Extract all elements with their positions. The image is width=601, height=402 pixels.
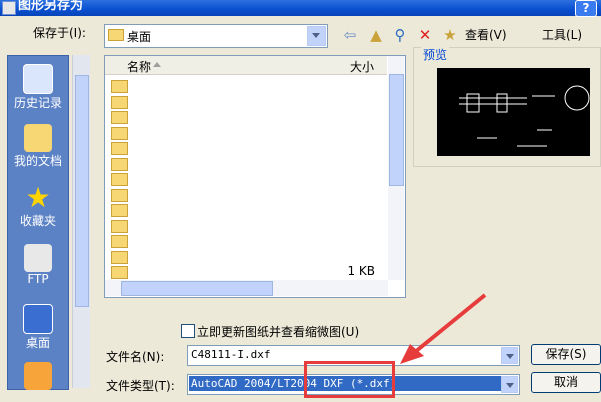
folder-icon — [108, 29, 124, 41]
chevron-down-icon[interactable] — [501, 376, 518, 393]
window-title: 图形另存为 — [18, 0, 84, 13]
place-ftp[interactable]: FTP — [8, 244, 68, 286]
annotation-arrow-icon — [400, 293, 487, 364]
folder-icon — [111, 266, 128, 279]
chevron-down-icon[interactable] — [501, 347, 518, 364]
list-item[interactable] — [111, 218, 381, 234]
list-item[interactable] — [111, 171, 381, 187]
title-bar — [0, 0, 601, 16]
desktop-icon — [23, 304, 53, 334]
list-item[interactable] — [111, 109, 381, 125]
star-icon: ★ — [25, 181, 51, 214]
delete-icon[interactable]: ✕ — [415, 25, 435, 45]
folder-icon — [24, 362, 52, 390]
help-button[interactable]: ? — [575, 0, 597, 17]
save-in-combo[interactable]: 桌面 — [104, 24, 328, 48]
folder-icon — [111, 235, 128, 248]
place-label: 我的文档 — [13, 154, 62, 168]
file-type-label: 文件类型(T): — [106, 379, 175, 393]
app-icon — [2, 1, 16, 15]
folder-icon — [111, 142, 128, 155]
folder-icon — [111, 80, 128, 93]
folder-icon — [111, 173, 128, 186]
horizontal-scrollbar[interactable] — [105, 280, 388, 296]
update-thumbnail-label[interactable]: 立即更新图纸并查看缩微图(U) — [197, 323, 359, 340]
vertical-scrollbar[interactable] — [388, 56, 404, 280]
place-label: 桌面 — [25, 336, 50, 350]
folder-icon — [111, 95, 128, 109]
folder-icon — [111, 219, 128, 233]
scroll-thumb[interactable] — [121, 281, 273, 296]
documents-folder-icon — [24, 124, 52, 152]
place-favorites[interactable]: ★ 收藏夹 — [8, 184, 68, 229]
chevron-down-icon[interactable] — [307, 26, 326, 46]
place-my-documents[interactable]: 我的文档 — [8, 124, 68, 169]
list-item[interactable] — [111, 249, 381, 265]
folder-icon — [111, 204, 128, 217]
place-label: 历史记录 — [13, 96, 62, 110]
list-item[interactable]: 1 KB — [111, 264, 381, 280]
list-header: 名称 大小 — [105, 56, 387, 75]
folder-icon — [111, 157, 128, 171]
preview-thumbnail — [437, 68, 590, 156]
column-size[interactable]: 大小 — [350, 58, 374, 75]
history-icon — [23, 64, 53, 94]
folder-icon — [111, 188, 128, 202]
folder-icon — [111, 250, 128, 264]
view-menu[interactable]: 查看(V) — [465, 26, 507, 43]
place-desktop[interactable]: 桌面 — [8, 304, 68, 351]
list-item[interactable] — [111, 187, 381, 203]
place-label: FTP — [27, 272, 49, 286]
places-bar: 历史记录 我的文档 ★ 收藏夹 FTP 桌面 — [7, 55, 69, 390]
new-folder-icon[interactable]: ★ — [440, 25, 460, 45]
save-in-value: 桌面 — [127, 30, 152, 44]
place-label: 收藏夹 — [19, 214, 56, 228]
preview-label: 预览 — [421, 46, 450, 63]
list-item[interactable] — [111, 125, 381, 141]
places-scrollbar[interactable] — [72, 55, 90, 388]
place-more[interactable] — [8, 362, 68, 390]
list-item[interactable] — [111, 94, 381, 110]
back-arrow-icon[interactable]: ⇦ — [340, 25, 360, 45]
save-in-label: 保存于(I): — [33, 26, 86, 40]
list-item[interactable] — [111, 140, 381, 156]
file-list[interactable]: 名称 大小 1 KB1 KB — [104, 55, 406, 298]
save-button[interactable]: 保存(S) — [531, 344, 601, 365]
scroll-thumb[interactable] — [389, 74, 404, 186]
ftp-icon — [24, 244, 52, 272]
list-item[interactable] — [111, 233, 381, 249]
folder-icon — [111, 111, 128, 124]
update-thumbnail-checkbox[interactable] — [181, 324, 195, 338]
sort-up-icon — [153, 62, 161, 67]
cancel-button[interactable]: 取消 — [531, 372, 601, 393]
drawing-preview-image — [459, 85, 590, 147]
list-item[interactable] — [111, 202, 381, 218]
column-name[interactable]: 名称 — [127, 58, 151, 75]
file-name-label: 文件名(N): — [106, 350, 165, 364]
up-folder-icon[interactable]: ▲ — [366, 25, 386, 45]
place-history[interactable]: 历史记录 — [8, 64, 68, 111]
tools-menu[interactable]: 工具(L) — [542, 26, 582, 43]
file-size: 1 KB — [347, 264, 375, 278]
list-item[interactable] — [111, 78, 381, 94]
folder-icon — [111, 126, 128, 140]
scroll-thumb[interactable] — [75, 75, 89, 307]
list-item[interactable] — [111, 156, 381, 172]
file-name-value: C48111-I.dxf — [191, 348, 271, 361]
search-icon[interactable]: ⚲ — [390, 25, 410, 45]
